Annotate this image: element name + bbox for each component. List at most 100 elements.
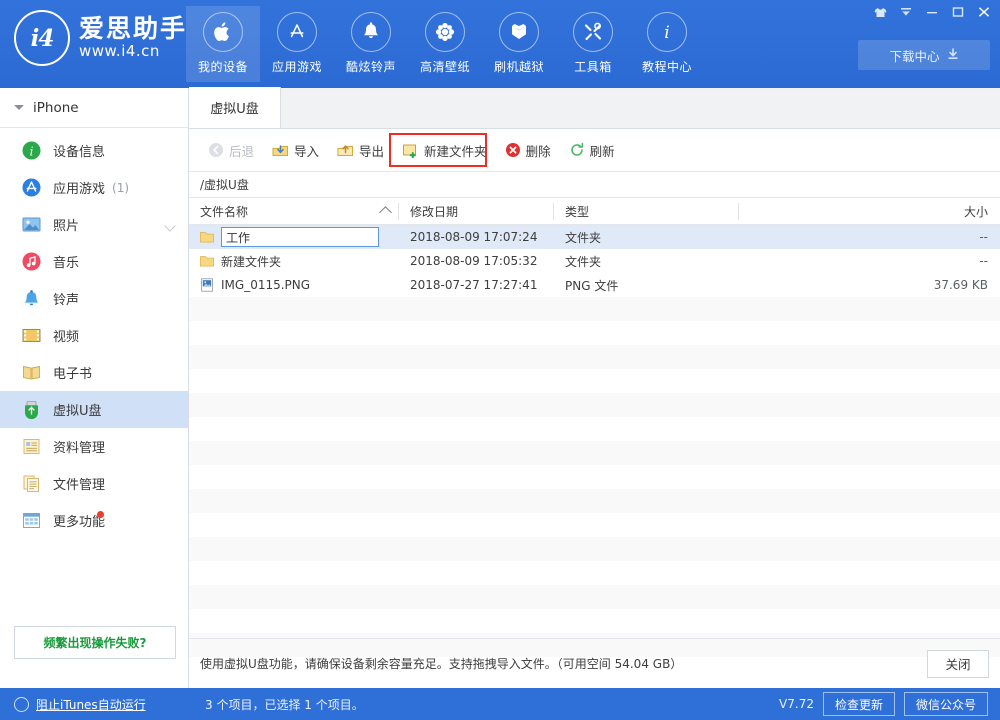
operation-failure-help-button[interactable]: 频繁出现操作失败? <box>14 626 176 659</box>
refresh-button[interactable]: 刷新 <box>560 137 624 163</box>
file-name-label: IMG_0115.PNG <box>221 278 310 292</box>
operation-failure-help-label: 频繁出现操作失败? <box>44 634 147 651</box>
info-icon: i <box>647 12 687 52</box>
usb-drive-icon <box>21 399 42 420</box>
info-text: 使用虚拟U盘功能，请确保设备剩余容量充足。支持拖拽导入文件。（可用空间 54.0… <box>200 655 682 672</box>
current-path: /虚拟U盘 <box>200 176 249 193</box>
cell-date: 2018-07-27 17:27:41 <box>399 273 554 297</box>
check-update-button[interactable]: 检查更新 <box>823 692 895 716</box>
rename-input[interactable] <box>221 227 379 247</box>
cell-name: 新建文件夹 <box>189 249 399 273</box>
logo-text: 爱思助手 www.i4.cn <box>79 16 187 60</box>
flower-icon <box>425 12 465 52</box>
box-icon <box>499 12 539 52</box>
back-button[interactable]: 后退 <box>199 137 263 163</box>
sidebar-item-label: 资料管理 <box>53 437 105 456</box>
sidebar-item-ebook[interactable]: 电子书 <box>0 354 188 391</box>
block-itunes-toggle[interactable]: 阻止iTunes自动运行 <box>0 688 189 720</box>
sidebar-item-data-manage[interactable]: 资料管理 <box>0 428 188 465</box>
export-icon <box>337 142 354 158</box>
cell-name[interactable] <box>189 225 399 249</box>
sidebar-list: i 设备信息 应用游戏 (1) 照片 <box>0 128 188 539</box>
apple-icon <box>203 12 243 52</box>
tab-virtual-usb[interactable]: 虚拟U盘 <box>189 87 281 128</box>
delete-icon <box>505 142 521 158</box>
export-label: 导出 <box>359 141 384 160</box>
column-header-type[interactable]: 类型 <box>554 198 739 225</box>
photos-icon <box>21 214 42 235</box>
notification-badge <box>97 511 104 518</box>
sidebar-item-label: 设备信息 <box>53 141 105 160</box>
cell-type: 文件夹 <box>554 225 739 249</box>
maximize-icon[interactable] <box>946 1 970 23</box>
column-header-type-label: 类型 <box>565 203 589 220</box>
column-header-date[interactable]: 修改日期 <box>399 198 554 225</box>
download-center-button[interactable]: 下载中心 <box>858 40 990 70</box>
skin-icon[interactable] <box>868 1 892 23</box>
sidebar-item-label: 视频 <box>53 326 79 345</box>
new-folder-label: 新建文件夹 <box>424 141 487 160</box>
wechat-official-button[interactable]: 微信公众号 <box>904 692 988 716</box>
nav-item-tutorials[interactable]: i 教程中心 <box>630 6 704 82</box>
device-header[interactable]: iPhone <box>0 88 188 128</box>
nav-item-apps-games[interactable]: 应用游戏 <box>260 6 334 82</box>
tab-bar: 虚拟U盘 <box>189 88 1000 129</box>
sidebar-item-device-info[interactable]: i 设备信息 <box>0 132 188 169</box>
sidebar-item-count: (1) <box>112 181 129 195</box>
menu-icon[interactable] <box>894 1 918 23</box>
cell-date: 2018-08-09 17:05:32 <box>399 249 554 273</box>
more-features-icon <box>21 510 42 531</box>
sidebar-item-more-features[interactable]: 更多功能 <box>0 502 188 539</box>
list-item <box>189 561 1000 585</box>
download-icon <box>947 48 959 63</box>
column-header-size[interactable]: 大小 <box>739 198 1000 225</box>
column-headers: 文件名称 修改日期 类型 大小 <box>189 198 1000 225</box>
nav-item-ringtones[interactable]: 酷炫铃声 <box>334 6 408 82</box>
minimize-icon[interactable] <box>920 1 944 23</box>
table-row[interactable]: 新建文件夹 2018-08-09 17:05:32 文件夹 -- <box>189 249 1000 273</box>
sidebar-item-label: 铃声 <box>53 289 79 308</box>
cell-date: 2018-08-09 17:07:24 <box>399 225 554 249</box>
nav-item-flash-jailbreak[interactable]: 刷机越狱 <box>482 6 556 82</box>
cell-type: PNG 文件 <box>554 273 739 297</box>
sidebar-item-usb-drive[interactable]: 虚拟U盘 <box>0 391 188 428</box>
sidebar-item-music[interactable]: 音乐 <box>0 243 188 280</box>
nav-item-wallpapers[interactable]: 高清壁纸 <box>408 6 482 82</box>
list-item <box>189 417 1000 441</box>
nav-item-toolbox[interactable]: 工具箱 <box>556 6 630 82</box>
new-folder-button[interactable]: 新建文件夹 <box>393 137 496 163</box>
column-header-size-label: 大小 <box>964 203 988 220</box>
sidebar-item-file-manage[interactable]: 文件管理 <box>0 465 188 502</box>
sidebar-item-apps-games[interactable]: 应用游戏 (1) <box>0 169 188 206</box>
close-icon[interactable] <box>972 1 996 23</box>
list-item <box>189 609 1000 633</box>
path-bar: /虚拟U盘 <box>189 172 1000 198</box>
chevron-down-icon <box>164 220 175 231</box>
nav-label: 酷炫铃声 <box>346 58 396 75</box>
svg-text:i: i <box>664 23 669 43</box>
column-header-name[interactable]: 文件名称 <box>189 198 399 225</box>
data-manage-icon <box>21 436 42 457</box>
list-item <box>189 345 1000 369</box>
sidebar-item-photos[interactable]: 照片 <box>0 206 188 243</box>
chevron-down-icon <box>14 105 24 110</box>
top-navigation: 我的设备 应用游戏 酷炫铃声 高清壁纸 <box>186 6 704 82</box>
nav-item-my-device[interactable]: 我的设备 <box>186 6 260 82</box>
nav-label: 应用游戏 <box>272 58 322 75</box>
logo-mark: i4 <box>14 10 70 66</box>
tools-icon <box>573 12 613 52</box>
table-row[interactable]: 2018-08-09 17:07:24 文件夹 -- <box>189 225 1000 249</box>
version-label: V7.72 <box>779 697 814 711</box>
sidebar-item-ringtone[interactable]: 铃声 <box>0 280 188 317</box>
import-button[interactable]: 导入 <box>263 137 328 163</box>
list-item <box>189 393 1000 417</box>
table-row[interactable]: IMG_0115.PNG 2018-07-27 17:27:41 PNG 文件 … <box>189 273 1000 297</box>
refresh-icon <box>569 142 585 158</box>
delete-button[interactable]: 删除 <box>496 137 560 163</box>
import-icon <box>272 142 289 158</box>
export-button[interactable]: 导出 <box>328 137 393 163</box>
sidebar-item-video[interactable]: 视频 <box>0 317 188 354</box>
wechat-label: 微信公众号 <box>916 696 976 713</box>
close-button[interactable]: 关闭 <box>927 650 989 678</box>
nav-label: 刷机越狱 <box>494 58 544 75</box>
